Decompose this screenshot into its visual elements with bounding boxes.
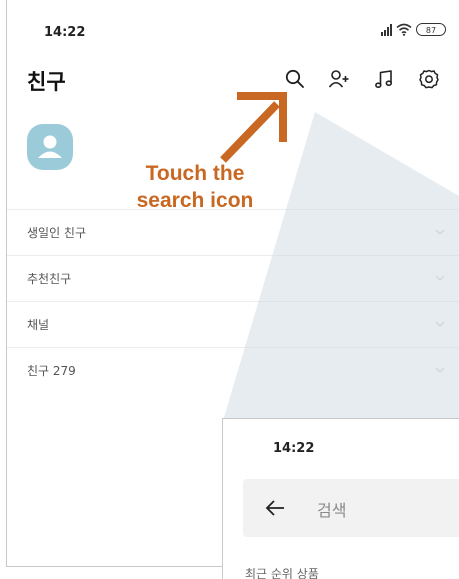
- status-icons: 87: [381, 23, 446, 36]
- section-label: 추천친구: [27, 272, 72, 286]
- pointer-arrow-icon: [220, 92, 287, 163]
- inset-status-time: 14:22: [273, 441, 315, 456]
- section-row-recommended[interactable]: 추천친구: [7, 255, 459, 301]
- chevron-down-icon: [435, 229, 445, 235]
- status-bar: 14:22 87: [7, 0, 459, 56]
- section-label: 친구 279: [27, 364, 76, 378]
- back-arrow-icon[interactable]: [265, 499, 285, 517]
- battery-icon: 87: [416, 23, 446, 36]
- signal-icon: [381, 23, 392, 36]
- section-label: 채널: [27, 318, 50, 332]
- add-friend-icon[interactable]: [328, 68, 350, 90]
- section-row-channel[interactable]: 채널: [7, 301, 459, 347]
- search-placeholder: 검색: [317, 501, 347, 520]
- music-icon[interactable]: [373, 68, 395, 90]
- zoomed-search-screen: 14:22 검색 최근 순위 상품: [222, 418, 459, 579]
- search-bar[interactable]: 검색: [243, 479, 459, 537]
- inset-cut-text: 최근 순위 상품: [245, 567, 319, 579]
- profile-avatar[interactable]: [27, 124, 73, 170]
- section-row-friends[interactable]: 친구 279: [7, 347, 459, 393]
- page-title: 친구: [27, 70, 66, 94]
- chevron-down-icon: [435, 275, 445, 281]
- chevron-down-icon: [435, 321, 445, 327]
- section-label: 생일인 친구: [27, 226, 87, 240]
- section-row-birthday[interactable]: 생일인 친구: [7, 209, 459, 255]
- wifi-icon: [396, 23, 412, 36]
- search-icon[interactable]: [284, 68, 306, 90]
- callout-line-1: Touch the: [145, 162, 245, 185]
- chevron-down-icon: [435, 367, 445, 373]
- settings-icon[interactable]: [418, 68, 440, 90]
- profile-silhouette-icon: [38, 135, 62, 158]
- callout-line-2: search icon: [136, 189, 254, 212]
- instruction-callout: Touch the search icon: [100, 160, 290, 214]
- status-time: 14:22: [44, 25, 86, 40]
